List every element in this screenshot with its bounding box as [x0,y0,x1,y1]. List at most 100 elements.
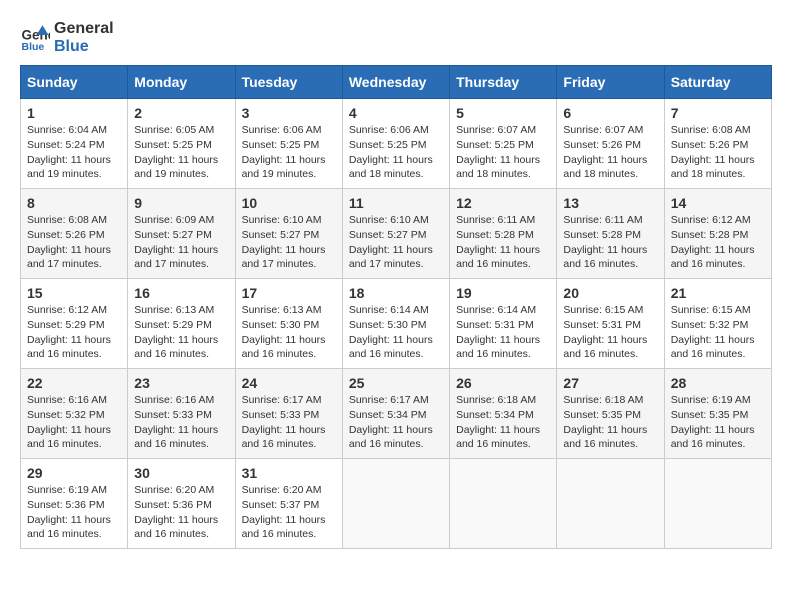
day-info: Sunrise: 6:07 AMSunset: 5:26 PMDaylight:… [563,124,647,180]
day-info: Sunrise: 6:11 AMSunset: 5:28 PMDaylight:… [456,214,540,270]
day-number: 28 [671,375,765,391]
day-info: Sunrise: 6:11 AMSunset: 5:28 PMDaylight:… [563,214,647,270]
calendar-cell: 6 Sunrise: 6:07 AMSunset: 5:26 PMDayligh… [557,99,664,189]
calendar-cell: 28 Sunrise: 6:19 AMSunset: 5:35 PMDaylig… [664,369,771,459]
day-number: 14 [671,195,765,211]
day-info: Sunrise: 6:10 AMSunset: 5:27 PMDaylight:… [349,214,433,270]
day-number: 17 [242,285,336,301]
day-info: Sunrise: 6:06 AMSunset: 5:25 PMDaylight:… [349,124,433,180]
day-info: Sunrise: 6:10 AMSunset: 5:27 PMDaylight:… [242,214,326,270]
day-number: 25 [349,375,443,391]
calendar-cell: 4 Sunrise: 6:06 AMSunset: 5:25 PMDayligh… [342,99,449,189]
calendar-week-row: 1 Sunrise: 6:04 AMSunset: 5:24 PMDayligh… [21,99,772,189]
calendar-cell: 25 Sunrise: 6:17 AMSunset: 5:34 PMDaylig… [342,369,449,459]
calendar-cell: 17 Sunrise: 6:13 AMSunset: 5:30 PMDaylig… [235,279,342,369]
day-number: 24 [242,375,336,391]
day-info: Sunrise: 6:15 AMSunset: 5:31 PMDaylight:… [563,304,647,360]
calendar-week-row: 15 Sunrise: 6:12 AMSunset: 5:29 PMDaylig… [21,279,772,369]
calendar-cell: 13 Sunrise: 6:11 AMSunset: 5:28 PMDaylig… [557,189,664,279]
day-number: 16 [134,285,228,301]
calendar-cell: 22 Sunrise: 6:16 AMSunset: 5:32 PMDaylig… [21,369,128,459]
calendar-cell: 16 Sunrise: 6:13 AMSunset: 5:29 PMDaylig… [128,279,235,369]
day-number: 29 [27,465,121,481]
calendar-cell: 1 Sunrise: 6:04 AMSunset: 5:24 PMDayligh… [21,99,128,189]
weekday-header-wednesday: Wednesday [342,66,449,99]
day-number: 19 [456,285,550,301]
logo-text-general: General [54,20,114,38]
day-number: 22 [27,375,121,391]
day-info: Sunrise: 6:19 AMSunset: 5:36 PMDaylight:… [27,484,111,540]
day-number: 20 [563,285,657,301]
calendar-cell: 8 Sunrise: 6:08 AMSunset: 5:26 PMDayligh… [21,189,128,279]
day-number: 30 [134,465,228,481]
day-number: 9 [134,195,228,211]
calendar-cell: 24 Sunrise: 6:17 AMSunset: 5:33 PMDaylig… [235,369,342,459]
day-number: 10 [242,195,336,211]
day-info: Sunrise: 6:13 AMSunset: 5:30 PMDaylight:… [242,304,326,360]
calendar-cell: 18 Sunrise: 6:14 AMSunset: 5:30 PMDaylig… [342,279,449,369]
day-info: Sunrise: 6:16 AMSunset: 5:33 PMDaylight:… [134,394,218,450]
day-number: 1 [27,105,121,121]
day-number: 12 [456,195,550,211]
calendar-cell: 31 Sunrise: 6:20 AMSunset: 5:37 PMDaylig… [235,459,342,549]
day-info: Sunrise: 6:08 AMSunset: 5:26 PMDaylight:… [671,124,755,180]
day-info: Sunrise: 6:19 AMSunset: 5:35 PMDaylight:… [671,394,755,450]
day-info: Sunrise: 6:17 AMSunset: 5:34 PMDaylight:… [349,394,433,450]
calendar-cell: 3 Sunrise: 6:06 AMSunset: 5:25 PMDayligh… [235,99,342,189]
weekday-header-thursday: Thursday [450,66,557,99]
day-number: 18 [349,285,443,301]
day-number: 7 [671,105,765,121]
day-info: Sunrise: 6:17 AMSunset: 5:33 PMDaylight:… [242,394,326,450]
calendar-cell [664,459,771,549]
calendar-cell: 15 Sunrise: 6:12 AMSunset: 5:29 PMDaylig… [21,279,128,369]
day-info: Sunrise: 6:18 AMSunset: 5:34 PMDaylight:… [456,394,540,450]
calendar-cell: 10 Sunrise: 6:10 AMSunset: 5:27 PMDaylig… [235,189,342,279]
day-info: Sunrise: 6:07 AMSunset: 5:25 PMDaylight:… [456,124,540,180]
day-info: Sunrise: 6:12 AMSunset: 5:28 PMDaylight:… [671,214,755,270]
day-info: Sunrise: 6:16 AMSunset: 5:32 PMDaylight:… [27,394,111,450]
calendar-cell: 26 Sunrise: 6:18 AMSunset: 5:34 PMDaylig… [450,369,557,459]
calendar-cell: 9 Sunrise: 6:09 AMSunset: 5:27 PMDayligh… [128,189,235,279]
weekday-header-friday: Friday [557,66,664,99]
day-info: Sunrise: 6:20 AMSunset: 5:36 PMDaylight:… [134,484,218,540]
calendar-cell: 21 Sunrise: 6:15 AMSunset: 5:32 PMDaylig… [664,279,771,369]
day-number: 6 [563,105,657,121]
calendar-cell: 23 Sunrise: 6:16 AMSunset: 5:33 PMDaylig… [128,369,235,459]
day-number: 31 [242,465,336,481]
day-info: Sunrise: 6:13 AMSunset: 5:29 PMDaylight:… [134,304,218,360]
calendar-cell: 27 Sunrise: 6:18 AMSunset: 5:35 PMDaylig… [557,369,664,459]
calendar-cell: 20 Sunrise: 6:15 AMSunset: 5:31 PMDaylig… [557,279,664,369]
day-info: Sunrise: 6:18 AMSunset: 5:35 PMDaylight:… [563,394,647,450]
day-number: 3 [242,105,336,121]
calendar-table: SundayMondayTuesdayWednesdayThursdayFrid… [20,65,772,549]
weekday-header-monday: Monday [128,66,235,99]
day-number: 8 [27,195,121,211]
day-number: 27 [563,375,657,391]
day-info: Sunrise: 6:08 AMSunset: 5:26 PMDaylight:… [27,214,111,270]
day-number: 13 [563,195,657,211]
svg-text:Blue: Blue [22,41,45,53]
weekday-header-tuesday: Tuesday [235,66,342,99]
day-number: 11 [349,195,443,211]
day-info: Sunrise: 6:06 AMSunset: 5:25 PMDaylight:… [242,124,326,180]
day-number: 21 [671,285,765,301]
logo-icon: General Blue [20,23,50,53]
logo-text-blue: Blue [54,38,114,56]
weekday-header-row: SundayMondayTuesdayWednesdayThursdayFrid… [21,66,772,99]
day-info: Sunrise: 6:05 AMSunset: 5:25 PMDaylight:… [134,124,218,180]
calendar-cell: 19 Sunrise: 6:14 AMSunset: 5:31 PMDaylig… [450,279,557,369]
calendar-week-row: 29 Sunrise: 6:19 AMSunset: 5:36 PMDaylig… [21,459,772,549]
day-number: 15 [27,285,121,301]
day-number: 4 [349,105,443,121]
day-info: Sunrise: 6:15 AMSunset: 5:32 PMDaylight:… [671,304,755,360]
header: General Blue General Blue [20,20,772,55]
day-info: Sunrise: 6:12 AMSunset: 5:29 PMDaylight:… [27,304,111,360]
calendar-cell: 29 Sunrise: 6:19 AMSunset: 5:36 PMDaylig… [21,459,128,549]
calendar-cell [342,459,449,549]
calendar-week-row: 8 Sunrise: 6:08 AMSunset: 5:26 PMDayligh… [21,189,772,279]
calendar-cell: 12 Sunrise: 6:11 AMSunset: 5:28 PMDaylig… [450,189,557,279]
weekday-header-sunday: Sunday [21,66,128,99]
calendar-cell: 14 Sunrise: 6:12 AMSunset: 5:28 PMDaylig… [664,189,771,279]
day-number: 2 [134,105,228,121]
calendar-cell [450,459,557,549]
